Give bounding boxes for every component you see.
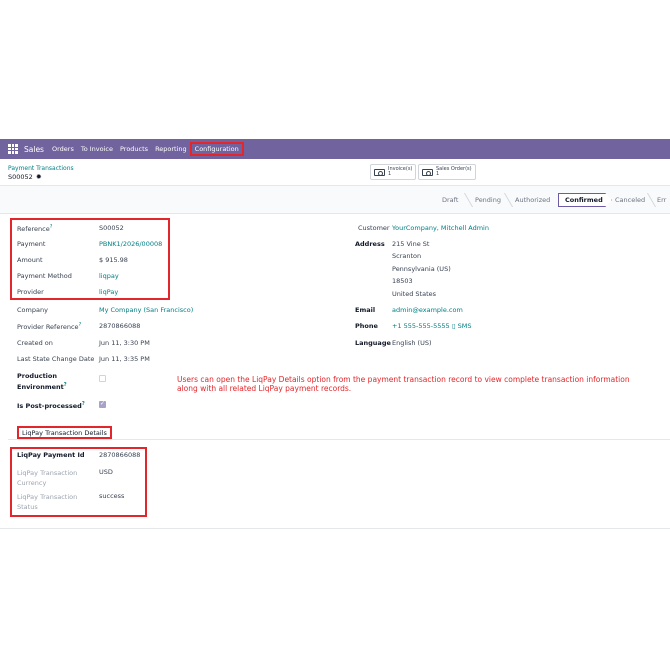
invoice-button-label: Invoice(s) (388, 166, 413, 172)
stage-error[interactable]: Err (657, 193, 666, 207)
liqpay-payment-id-value: 2870866088 (99, 451, 141, 459)
invoice-smart-button[interactable]: Invoice(s) 1 (370, 164, 417, 180)
menu-configuration[interactable]: Configuration (189, 142, 244, 156)
phone-label: Phone (355, 322, 378, 330)
company-link[interactable]: My Company (San Francisco) (99, 306, 193, 314)
stage-draft[interactable]: Draft (442, 193, 458, 207)
liqpay-payment-id-label: LiqPay Payment Id (17, 451, 85, 459)
menu-products[interactable]: Products (120, 145, 148, 153)
control-panel: Payment Transactions S00052 ✹ Invoice(s) … (0, 159, 670, 186)
customer-link[interactable]: YourCompany, Mitchell Admin (392, 224, 489, 232)
last-state-change-label: Last State Change Date (17, 355, 95, 363)
tab-liqpay-transaction-details[interactable]: LiqPay Transaction Details (17, 426, 112, 439)
production-environment-checkbox[interactable] (99, 375, 106, 382)
reference-value: S00052 (99, 224, 124, 232)
top-navbar: Sales Orders To Invoice Products Reporti… (0, 139, 670, 159)
email-label: Email (355, 306, 376, 314)
reference-label: Reference? (17, 224, 53, 234)
email-link[interactable]: admin@example.com (392, 306, 463, 314)
sales-order-button-label: Sales Order(s) (436, 166, 472, 172)
address-line-zip: 18503 (392, 277, 413, 285)
payment-method-label: Payment Method (17, 272, 72, 280)
company-label: Company (17, 306, 48, 314)
production-environment-label: Production Environment? (17, 372, 67, 392)
stage-pending[interactable]: Pending (475, 193, 501, 207)
provider-reference-label: Provider Reference? (17, 322, 82, 332)
menu-reporting[interactable]: Reporting (155, 145, 187, 153)
status-bar: Draft Pending Authorized Confirmed Cance… (0, 186, 670, 214)
amount-label: Amount (17, 256, 43, 264)
stage-confirmed[interactable]: Confirmed (558, 193, 612, 207)
created-on-label: Created on (17, 339, 53, 347)
form-bottom-divider (0, 528, 670, 529)
app-name[interactable]: Sales (24, 145, 44, 154)
sms-button[interactable]: ▯ SMS (452, 322, 472, 330)
money-icon (374, 168, 385, 176)
money-icon (422, 168, 433, 176)
stage-authorized[interactable]: Authorized (515, 193, 550, 207)
language-value: English (US) (392, 339, 432, 347)
gear-icon[interactable]: ✹ (36, 173, 42, 181)
sales-order-button-count: 1 (436, 171, 440, 177)
provider-label: Provider (17, 288, 44, 296)
payment-label: Payment (17, 240, 46, 248)
provider-link[interactable]: liqPay (99, 288, 118, 296)
menu-orders[interactable]: Orders (52, 145, 74, 153)
sales-order-smart-button[interactable]: Sales Order(s) 1 (418, 164, 476, 180)
liqpay-currency-label: LiqPay Transaction Currency (17, 469, 78, 487)
record-name: S00052 (8, 173, 33, 181)
tab-divider (8, 439, 670, 440)
address-label: Address (355, 240, 385, 248)
liqpay-status-value: success (99, 492, 125, 500)
customer-label: Customer (358, 224, 390, 232)
post-processed-label: Is Post-processed? (17, 401, 85, 411)
payment-link[interactable]: PBNK1/2026/00008 (99, 240, 162, 248)
breadcrumb-parent[interactable]: Payment Transactions (8, 165, 74, 172)
menu-to-invoice[interactable]: To Invoice (81, 145, 113, 153)
amount-value: $ 915.98 (99, 256, 128, 264)
annotation-text: Users can open the LiqPay Details option… (177, 375, 630, 393)
liqpay-currency-value: USD (99, 468, 113, 476)
app-grid-icon[interactable] (8, 144, 18, 154)
invoice-button-count: 1 (388, 171, 392, 177)
provider-reference-value: 2870866088 (99, 322, 141, 330)
address-line-state: Pennsylvania (US) (392, 265, 451, 273)
created-on-value: Jun 11, 3:30 PM (99, 339, 150, 347)
liqpay-status-label: LiqPay Transaction Status (17, 493, 78, 511)
breadcrumb-current: S00052 ✹ (8, 173, 42, 181)
post-processed-checkbox[interactable] (99, 400, 106, 408)
stage-canceled[interactable]: Canceled (615, 193, 645, 207)
stage-separator (457, 193, 474, 207)
payment-method-link[interactable]: liqpay (99, 272, 119, 280)
last-state-change-value: Jun 11, 3:35 PM (99, 355, 150, 363)
address-line-country: United States (392, 290, 437, 298)
address-line-city: Scranton (392, 252, 422, 260)
address-line-street: 215 Vine St (392, 240, 430, 248)
phone-link[interactable]: +1 555-555-5555 (392, 322, 450, 330)
language-label: Language (355, 339, 391, 347)
